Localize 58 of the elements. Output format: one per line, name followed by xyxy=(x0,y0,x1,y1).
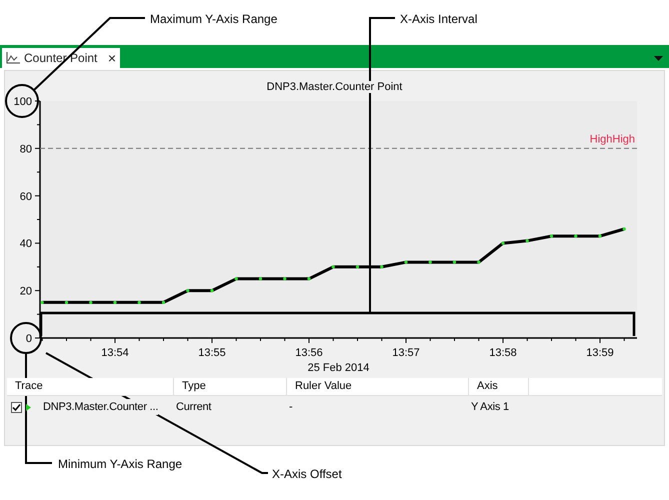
data-point xyxy=(574,234,578,238)
x-tick-label: 13:55 xyxy=(198,347,226,359)
data-point xyxy=(452,260,456,264)
tab-label: Counter Point xyxy=(24,50,98,67)
data-point xyxy=(598,234,602,238)
x-tick-label: 13:58 xyxy=(489,347,517,359)
chart-title: DNP3.Master.Counter Point xyxy=(266,81,402,93)
column-header[interactable]: Trace xyxy=(7,378,174,395)
x-tick-label: 13:56 xyxy=(295,347,323,359)
callout-label: Minimum Y-Axis Range xyxy=(58,456,182,473)
data-point xyxy=(234,277,238,280)
x-tick-label: 13:54 xyxy=(101,347,129,359)
data-point xyxy=(89,300,92,304)
data-point xyxy=(64,300,68,304)
y-tick-label: 80 xyxy=(20,143,32,156)
data-point xyxy=(138,300,141,304)
x-tick-label: 13:57 xyxy=(392,347,420,359)
y-tick-label: 100 xyxy=(14,96,32,108)
highlight-circle xyxy=(5,84,39,118)
line-chart-icon xyxy=(6,52,20,64)
limit-label: HighHigh xyxy=(590,133,635,146)
data-point xyxy=(428,260,432,264)
x-axis-label: 25 Feb 2014 xyxy=(308,362,370,374)
column-header[interactable]: Axis xyxy=(469,378,529,395)
callout-label: Maximum Y-Axis Range xyxy=(150,11,278,28)
data-point xyxy=(550,234,554,238)
callout-label: X-Axis Offset xyxy=(272,466,342,483)
data-point xyxy=(186,289,190,292)
dropdown-caret-icon[interactable] xyxy=(654,56,663,61)
data-point xyxy=(404,260,408,264)
close-button[interactable]: × xyxy=(108,51,116,65)
data-point xyxy=(113,300,117,304)
table-cell: DNP3.Master.Counter ... xyxy=(43,398,158,416)
column-header[interactable]: Ruler Value xyxy=(287,378,469,395)
chart-tab[interactable]: Counter Point × xyxy=(2,48,120,68)
data-point xyxy=(356,265,360,268)
x-tick-label: 13:59 xyxy=(586,347,614,359)
data-point xyxy=(307,277,311,280)
column-header[interactable]: Type xyxy=(174,378,287,395)
data-point xyxy=(526,239,529,242)
y-tick-label: 0 xyxy=(26,333,32,345)
callout-label: X-Axis Interval xyxy=(400,11,478,28)
data-point xyxy=(258,277,262,280)
data-point xyxy=(210,289,214,292)
data-point xyxy=(332,265,335,268)
data-point xyxy=(622,227,626,231)
y-tick-label: 20 xyxy=(20,286,32,298)
row-checkbox[interactable] xyxy=(11,402,22,412)
data-point xyxy=(162,300,166,304)
data-point xyxy=(283,277,286,280)
highlight-circle xyxy=(10,322,42,354)
trace-marker-icon xyxy=(26,404,31,410)
y-tick-label: 40 xyxy=(20,238,32,250)
data-point xyxy=(477,260,480,264)
data-point xyxy=(501,242,505,245)
data-point xyxy=(40,300,44,304)
y-tick-label: 60 xyxy=(20,190,32,203)
data-point xyxy=(380,265,384,268)
